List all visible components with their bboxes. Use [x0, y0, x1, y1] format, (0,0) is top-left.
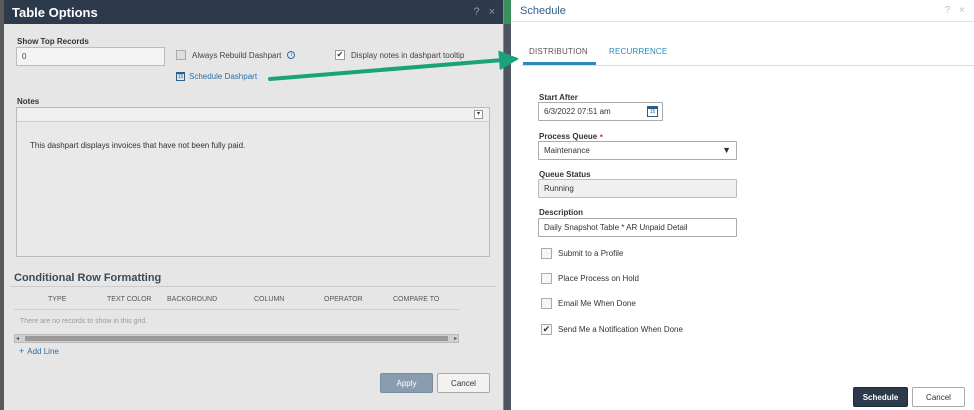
annotation-arrow — [268, 50, 519, 81]
arrow-line — [268, 50, 519, 81]
